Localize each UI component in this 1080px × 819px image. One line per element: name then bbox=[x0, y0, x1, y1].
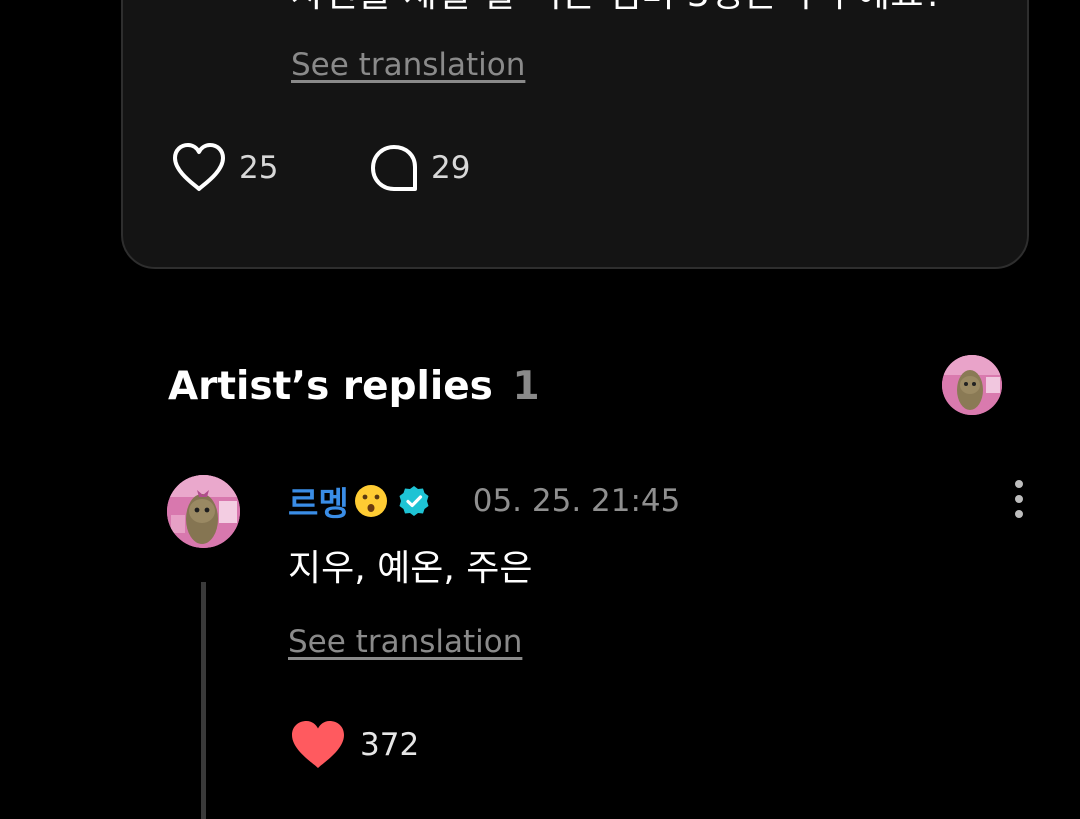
comment-bubble-icon bbox=[371, 145, 417, 191]
reply-thread-line bbox=[201, 582, 206, 819]
reply-text: 지우, 예온, 주은 bbox=[288, 548, 533, 589]
heart-filled-icon bbox=[292, 721, 344, 768]
reply-like-button[interactable]: 372 bbox=[290, 718, 419, 772]
post-card: 사진을 제일 잘 찍는 멤버 3명은 누구예요? See translation… bbox=[121, 0, 1029, 269]
post-like-count: 25 bbox=[239, 150, 279, 186]
more-vertical-icon bbox=[1015, 480, 1023, 518]
reply-like-count: 372 bbox=[360, 727, 420, 763]
artist-replies-heading: Artist’s replies 1 bbox=[168, 362, 540, 412]
reply-timestamp: 05. 25. 21:45 bbox=[472, 483, 681, 519]
artist-replies-title: Artist’s replies bbox=[168, 364, 493, 409]
artist-avatar-image bbox=[942, 355, 1002, 415]
post-comment-count: 29 bbox=[431, 150, 471, 186]
post-see-translation-link[interactable]: See translation bbox=[291, 45, 525, 85]
reply-more-button[interactable] bbox=[1001, 478, 1037, 522]
artist-avatar-small[interactable] bbox=[942, 355, 1002, 415]
verified-badge-icon bbox=[399, 486, 429, 516]
post-like-button[interactable]: 25 bbox=[171, 140, 278, 196]
reply-author-avatar[interactable] bbox=[167, 475, 240, 548]
reply-avatar-image bbox=[167, 475, 240, 548]
reply-author-name[interactable]: 르멩 bbox=[288, 477, 349, 525]
reply-see-translation-link[interactable]: See translation bbox=[288, 622, 522, 662]
artist-replies-count: 1 bbox=[512, 364, 540, 409]
post-text: 사진을 제일 잘 찍는 멤버 3명은 누구예요? bbox=[291, 0, 944, 20]
reply-header: 르멩 05. 25. 21:45 bbox=[288, 476, 680, 526]
post-comment-button[interactable]: 29 bbox=[369, 140, 470, 196]
heart-outline-icon bbox=[173, 143, 225, 191]
kissing-face-emoji bbox=[354, 485, 387, 517]
